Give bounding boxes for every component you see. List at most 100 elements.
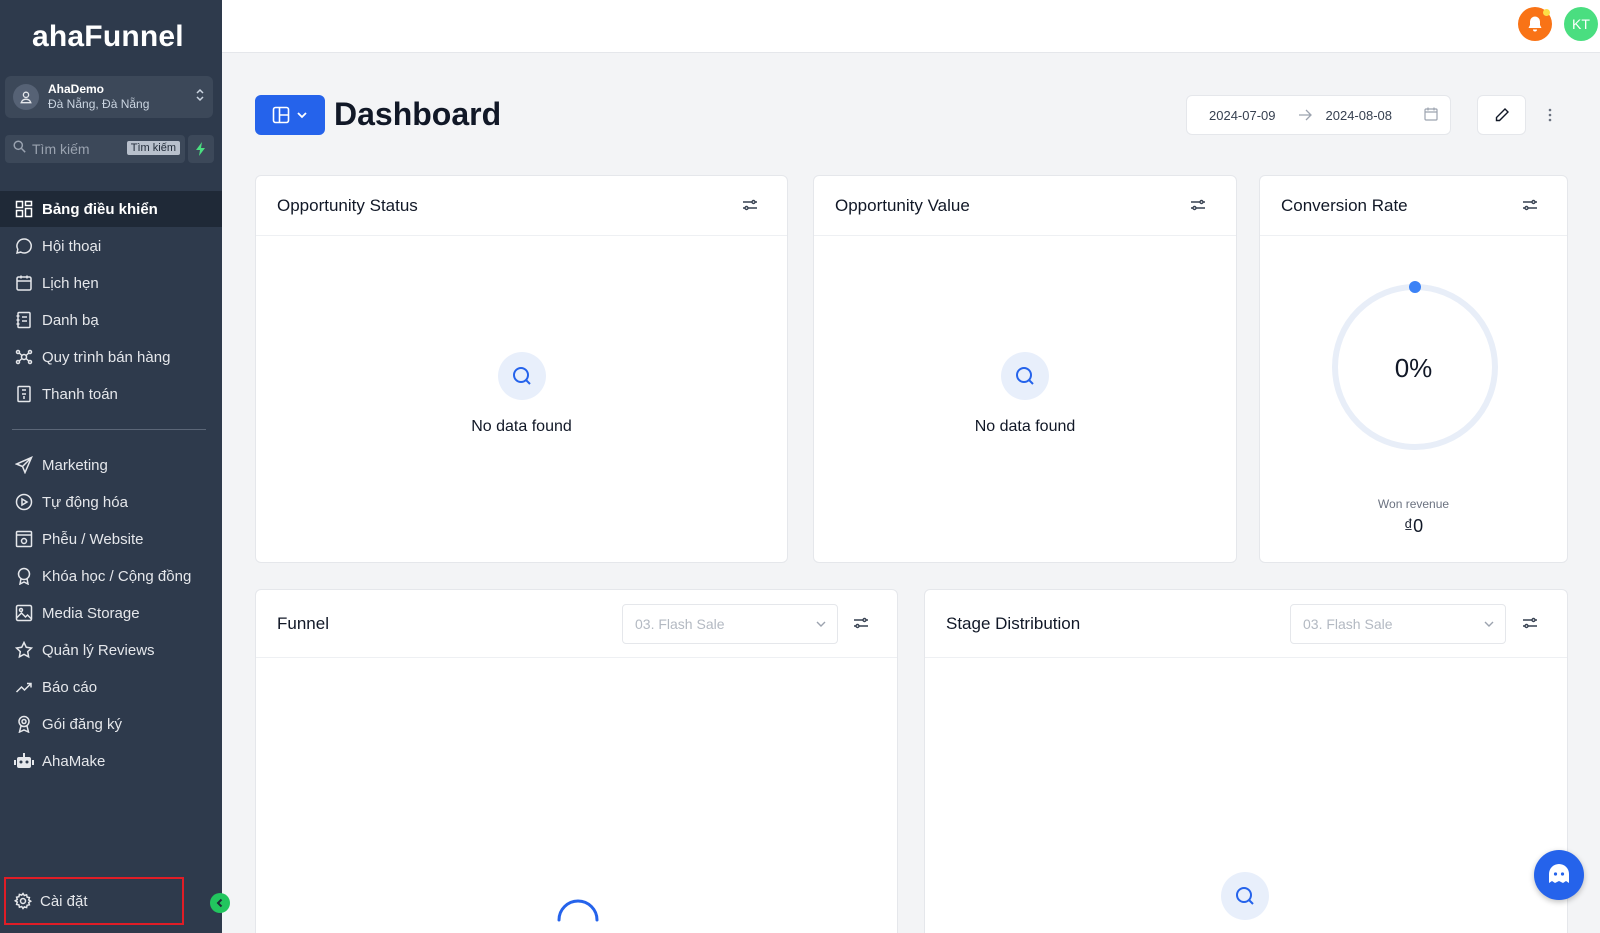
sidebar-item-automation[interactable]: Tự động hóa (0, 484, 222, 520)
search-shortcut-badge: Tìm kiếm (126, 141, 180, 155)
page-title: Dashboard (334, 96, 502, 132)
bell-icon (1528, 16, 1542, 32)
sidebar-item-contacts[interactable]: Danh bạ (0, 302, 222, 338)
contacts-book-icon (14, 310, 34, 330)
empty-state: No data found (814, 352, 1236, 436)
sidebar-item-subscriptions[interactable]: Gói đăng ký (0, 706, 222, 742)
sidebar-item-label: Gói đăng ký (42, 715, 123, 733)
conversion-percent: 0% (1394, 353, 1433, 383)
chevron-down-icon (815, 618, 827, 630)
filter-sliders-icon[interactable] (1190, 197, 1208, 215)
filter-sliders-icon[interactable] (853, 615, 871, 633)
trend-chart-icon (14, 677, 34, 697)
chevron-down-icon (1483, 618, 1495, 630)
sidebar-divider (12, 429, 206, 430)
chevron-down-icon (297, 112, 307, 119)
won-revenue-value: ₫0 (1403, 516, 1424, 536)
send-plane-icon (14, 455, 34, 475)
account-name: AhaDemo (48, 82, 105, 96)
layout-grid-icon (272, 106, 290, 124)
sidebar-item-label: Danh bạ (42, 311, 99, 329)
card-title: Funnel (277, 613, 329, 633)
sidebar-item-media-storage[interactable]: Media Storage (0, 595, 222, 631)
sidebar-item-sales-pipeline[interactable]: Quy trình bán hàng (0, 339, 222, 375)
user-avatar[interactable]: KT (1564, 7, 1598, 41)
robot-icon (14, 751, 34, 771)
funnel-select[interactable]: 03. Flash Sale (622, 604, 838, 644)
top-bar (222, 0, 1600, 53)
payment-receipt-icon (14, 384, 34, 404)
sidebar-item-label: Hội thoại (42, 237, 102, 255)
sidebar-item-label: Báo cáo (42, 678, 98, 696)
sidebar-item-marketing[interactable]: Marketing (0, 447, 222, 483)
empty-state-text: No data found (974, 418, 1076, 435)
sidebar: ahaFunnel AhaDemo Đà Nẵng, Đà Nẵng Tìm k… (0, 0, 222, 933)
sidebar-item-label: Thanh toán (42, 385, 118, 403)
date-range-picker[interactable]: 2024-07-09 2024-08-08 (1186, 95, 1451, 135)
card-title: Stage Distribution (946, 613, 1081, 633)
sidebar-search[interactable]: Tìm kiếm Tìm kiếm (5, 135, 185, 163)
sidebar-item-label: Phễu / Website (42, 530, 144, 548)
lightning-icon (196, 142, 205, 156)
sidebar-item-label: Marketing (42, 456, 108, 474)
sidebar-item-payments[interactable]: Thanh toán (0, 376, 222, 412)
account-switcher[interactable]: AhaDemo Đà Nẵng, Đà Nẵng (5, 76, 213, 118)
more-options-button[interactable] (1540, 104, 1560, 126)
chat-bot-icon (1549, 864, 1569, 883)
notification-dot (1543, 9, 1550, 16)
select-value: 03. Flash Sale (635, 616, 725, 632)
notifications-button[interactable] (1518, 7, 1552, 41)
app-logo[interactable]: ahaFunnel (32, 20, 184, 54)
date-to: 2024-08-08 (1325, 107, 1393, 123)
search-icon (1221, 872, 1269, 920)
award-icon (14, 566, 34, 586)
opportunity-status-card: Opportunity Status No data found (255, 175, 788, 563)
search-icon (1001, 352, 1049, 400)
sidebar-item-label: Media Storage (42, 604, 140, 622)
filter-sliders-icon[interactable] (1522, 615, 1540, 633)
sidebar-item-courses-community[interactable]: Khóa học / Cộng đồng (0, 558, 222, 594)
sidebar-item-reviews[interactable]: Quản lý Reviews (0, 632, 222, 668)
support-chat-button[interactable] (1534, 850, 1584, 900)
filter-sliders-icon[interactable] (742, 197, 760, 215)
gear-icon (14, 892, 32, 910)
stage-select[interactable]: 03. Flash Sale (1290, 604, 1506, 644)
dashboard-layout-button[interactable] (255, 95, 325, 135)
sidebar-item-ahamake[interactable]: AhaMake (0, 743, 222, 779)
chevron-left-icon (216, 898, 223, 908)
arrow-right-icon (1298, 109, 1312, 121)
sidebar-item-dashboard[interactable]: Bảng điều khiển (0, 191, 222, 227)
sidebar-item-label: Lịch hẹn (42, 274, 99, 292)
calendar-icon (14, 273, 34, 293)
edit-dashboard-button[interactable] (1477, 95, 1526, 135)
opportunity-value-card: Opportunity Value No data found (813, 175, 1237, 563)
dashboard-grid-icon (14, 199, 34, 219)
sidebar-item-calendar[interactable]: Lịch hẹn (0, 265, 222, 301)
card-title: Opportunity Status (277, 195, 418, 215)
conversion-rate-card: Conversion Rate 0% Won revenue ₫0 (1259, 175, 1568, 563)
search-icon (497, 352, 546, 400)
search-icon (13, 140, 26, 158)
sidebar-item-label: Quy trình bán hàng (42, 348, 171, 366)
sidebar-item-funnels-websites[interactable]: Phễu / Website (0, 521, 222, 557)
date-from: 2024-07-09 (1209, 107, 1276, 123)
quick-action-button[interactable] (188, 135, 214, 163)
sidebar-item-conversations[interactable]: Hội thoại (0, 228, 222, 264)
sidebar-item-label: AhaMake (42, 752, 106, 770)
filter-sliders-icon[interactable] (1522, 197, 1540, 215)
sidebar-item-reports[interactable]: Báo cáo (0, 669, 222, 705)
loading-spinner-icon (557, 899, 599, 922)
pencil-icon (1495, 108, 1509, 122)
vertical-dots-icon (1548, 108, 1552, 122)
chevron-up-down-icon (195, 86, 205, 109)
sidebar-item-label: Quản lý Reviews (42, 641, 155, 659)
funnel-card: Funnel 03. Flash Sale (255, 589, 898, 933)
pipeline-icon (14, 347, 34, 367)
card-title: Conversion Rate (1281, 195, 1408, 215)
stage-distribution-card: Stage Distribution 03. Flash Sale (924, 589, 1568, 933)
collapse-sidebar-button[interactable] (210, 893, 230, 913)
select-value: 03. Flash Sale (1303, 616, 1393, 632)
sidebar-item-settings[interactable]: Cài đặt (4, 877, 184, 925)
star-icon (14, 640, 34, 660)
sidebar-item-label: Khóa học / Cộng đồng (42, 567, 192, 585)
